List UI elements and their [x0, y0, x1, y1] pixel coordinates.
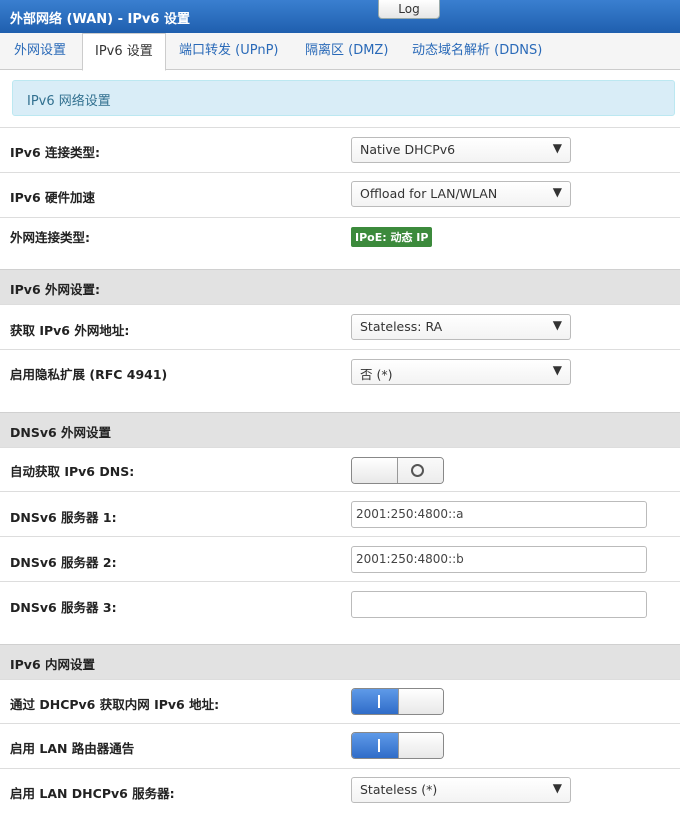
privacy-value: 否 (*): [360, 367, 393, 382]
row-get-addr: 获取 IPv6 外网地址: Stateless: RA ▼: [0, 304, 680, 349]
chevron-down-icon: ▼: [552, 185, 562, 199]
chevron-down-icon: ▼: [552, 363, 562, 377]
section-title: IPv6 内网设置: [10, 657, 96, 672]
info-banner: IPv6 网络设置: [12, 80, 675, 116]
status-badge: IPoE: 动态 IP: [351, 227, 433, 247]
conn-type-value: Native DHCPv6: [360, 142, 456, 157]
dns-server1-input[interactable]: 2001:250:4800::a: [351, 501, 647, 528]
row-privacy: 启用隐私扩展 (RFC 4941) 否 (*) ▼: [0, 349, 680, 412]
dhcp-lan-toggle[interactable]: [351, 688, 444, 715]
toggle-on-icon: [378, 695, 380, 708]
wan-type-label: 外网连接类型:: [10, 230, 90, 245]
dhcp-server-select[interactable]: Stateless (*) ▼: [351, 777, 571, 803]
section-ipv6-wan: IPv6 外网设置:: [0, 269, 680, 304]
auto-dns-label: 自动获取 IPv6 DNS:: [10, 464, 135, 479]
tab-ipv6-settings[interactable]: IPv6 设置: [82, 33, 166, 71]
chevron-down-icon: ▼: [552, 781, 562, 795]
tab-dmz[interactable]: 隔离区 (DMZ): [293, 33, 400, 70]
tab-bar: 外网设置 IPv6 设置 端口转发 (UPnP) 隔离区 (DMZ) 动态域名解…: [0, 33, 680, 71]
chevron-down-icon: ▼: [552, 141, 562, 155]
row-dns-server1: DNSv6 服务器 1: 2001:250:4800::a: [0, 491, 680, 536]
privacy-label: 启用隐私扩展 (RFC 4941): [10, 367, 168, 382]
get-addr-value: Stateless: RA: [360, 319, 443, 334]
dhcp-server-label: 启用 LAN DHCPv6 服务器:: [10, 786, 175, 801]
section-ipv6-lan: IPv6 内网设置: [0, 644, 680, 679]
privacy-select[interactable]: 否 (*) ▼: [351, 359, 571, 385]
router-adv-toggle[interactable]: [351, 732, 444, 759]
section-dnsv6: DNSv6 外网设置: [0, 412, 680, 447]
tab-ddns[interactable]: 动态域名解析 (DDNS): [400, 33, 554, 70]
dns-server1-label: DNSv6 服务器 1:: [10, 510, 117, 525]
dns-server2-input[interactable]: 2001:250:4800::b: [351, 546, 647, 573]
tab-wan-settings[interactable]: 外网设置: [2, 33, 78, 70]
dns-server2-label: DNSv6 服务器 2:: [10, 555, 117, 570]
section-title: IPv6 外网设置:: [10, 282, 101, 297]
conn-type-select[interactable]: Native DHCPv6 ▼: [351, 137, 571, 163]
log-button[interactable]: Log: [378, 0, 440, 19]
row-router-adv: 启用 LAN 路由器通告: [0, 723, 680, 768]
dns-server3-label: DNSv6 服务器 3:: [10, 600, 117, 615]
row-dns-server3: DNSv6 服务器 3:: [0, 581, 680, 644]
conn-type-label: IPv6 连接类型:: [10, 145, 101, 160]
hw-accel-label: IPv6 硬件加速: [10, 190, 96, 205]
router-adv-label: 启用 LAN 路由器通告: [10, 741, 135, 756]
hw-accel-select[interactable]: Offload for LAN/WLAN ▼: [351, 181, 571, 207]
row-dhcp-lan: 通过 DHCPv6 获取内网 IPv6 地址:: [0, 679, 680, 723]
toggle-off-icon: [411, 464, 424, 477]
row-hw-accel: IPv6 硬件加速 Offload for LAN/WLAN ▼: [0, 172, 680, 217]
get-addr-label: 获取 IPv6 外网地址:: [10, 323, 130, 338]
dhcp-lan-label: 通过 DHCPv6 获取内网 IPv6 地址:: [10, 697, 220, 712]
dhcp-server-value: Stateless (*): [360, 782, 438, 797]
title-bar: 外部网络 (WAN) - IPv6 设置 Log: [0, 0, 680, 33]
tab-port-forwarding[interactable]: 端口转发 (UPnP): [167, 33, 290, 70]
auto-dns-toggle[interactable]: [351, 457, 444, 484]
chevron-down-icon: ▼: [552, 318, 562, 332]
toggle-on-icon: [378, 739, 380, 752]
section-title: DNSv6 外网设置: [10, 425, 112, 440]
row-auto-dns: 自动获取 IPv6 DNS:: [0, 447, 680, 491]
row-dns-server2: DNSv6 服务器 2: 2001:250:4800::b: [0, 536, 680, 581]
page-title: 外部网络 (WAN) - IPv6 设置: [10, 12, 190, 27]
hw-accel-value: Offload for LAN/WLAN: [360, 186, 498, 201]
row-conn-type: IPv6 连接类型: Native DHCPv6 ▼: [0, 127, 680, 172]
dns-server3-input[interactable]: [351, 591, 647, 618]
row-dhcp-server: 启用 LAN DHCPv6 服务器: Stateless (*) ▼: [0, 768, 680, 825]
get-addr-select[interactable]: Stateless: RA ▼: [351, 314, 571, 340]
row-wan-type: 外网连接类型: IPoE: 动态 IP: [0, 217, 680, 269]
